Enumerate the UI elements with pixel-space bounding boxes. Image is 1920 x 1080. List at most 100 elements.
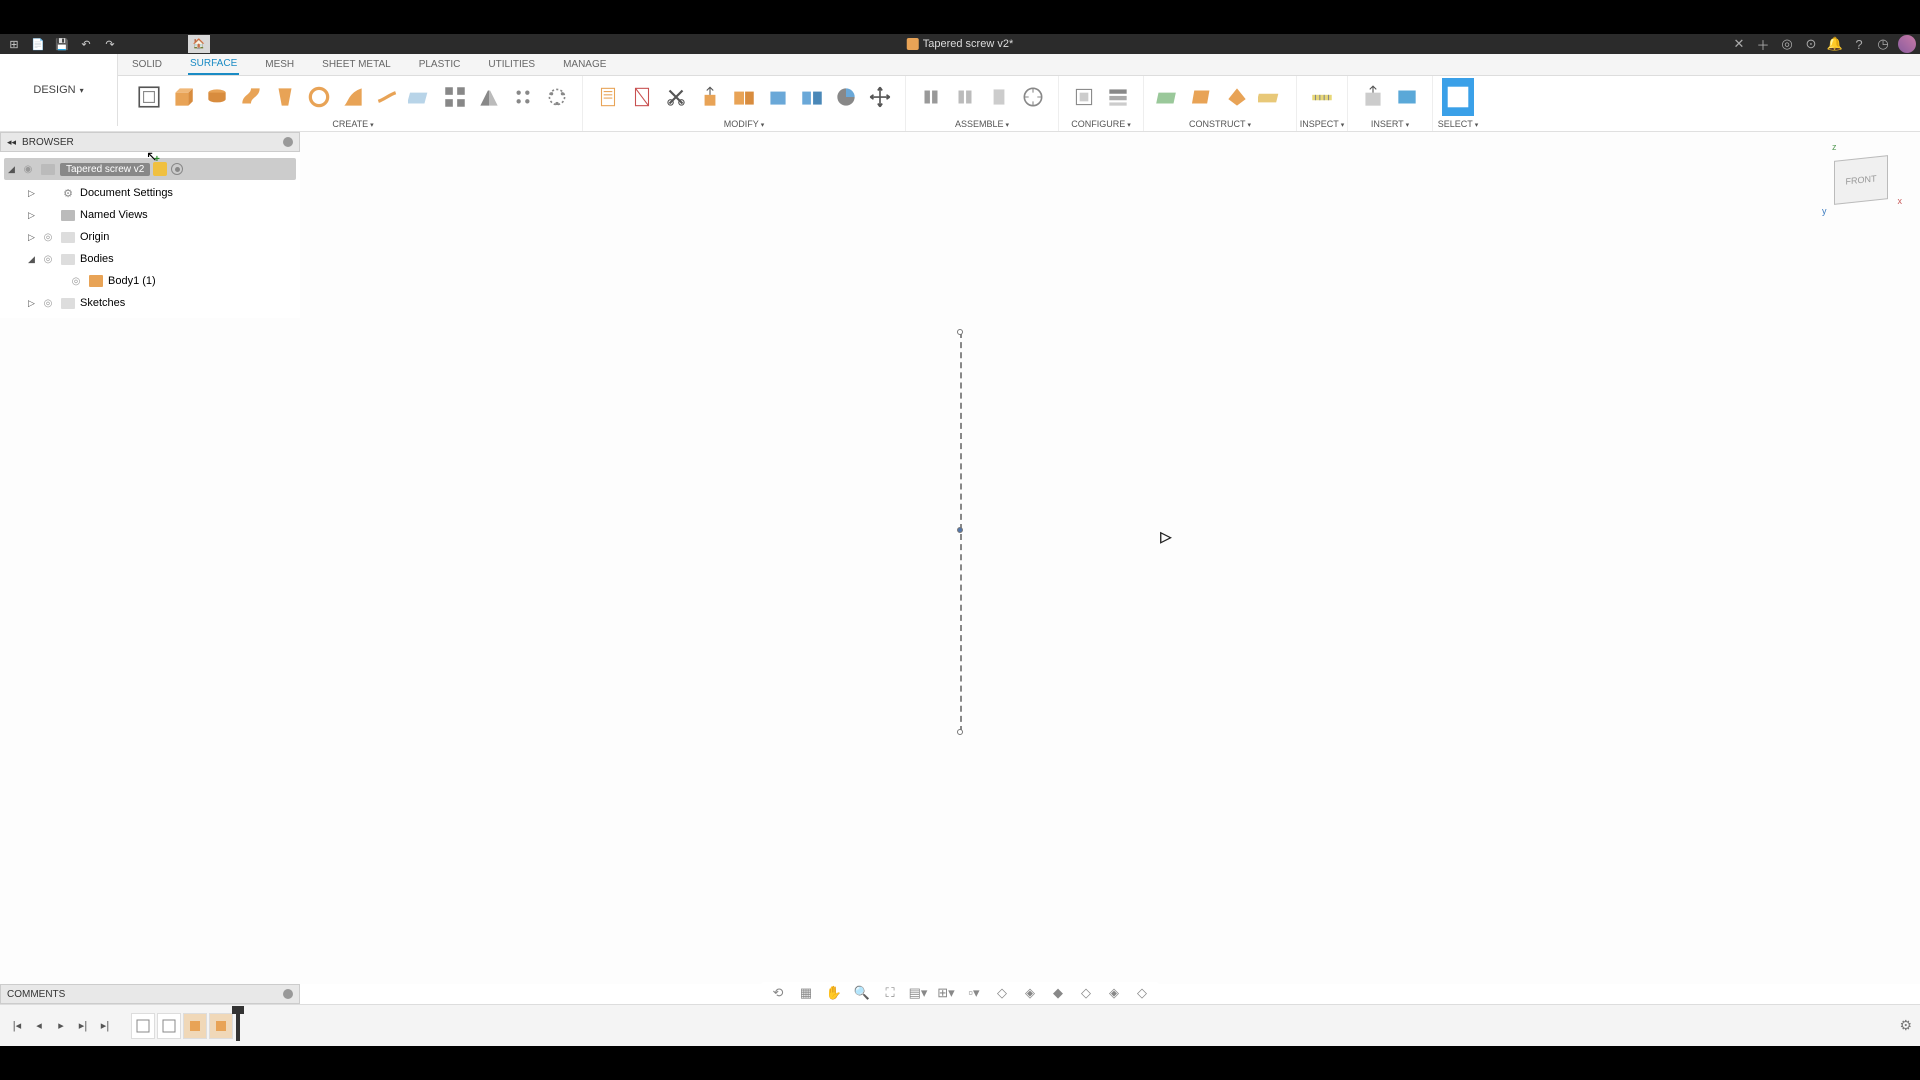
create-label[interactable]: CREATE bbox=[332, 119, 373, 129]
joint-icon[interactable] bbox=[915, 78, 947, 116]
timeline-settings-icon[interactable]: ⚙ bbox=[1899, 1017, 1912, 1034]
move-icon[interactable] bbox=[864, 78, 896, 116]
press-pull-icon[interactable] bbox=[592, 78, 624, 116]
pan-icon[interactable]: ✋ bbox=[825, 984, 843, 1002]
ruled-icon[interactable] bbox=[337, 78, 369, 116]
inspect-label[interactable]: INSPECT bbox=[1300, 119, 1344, 129]
apps-grid-icon[interactable]: ⊞ bbox=[4, 35, 24, 53]
insert-label[interactable]: INSERT bbox=[1371, 119, 1409, 129]
timeline-playhead[interactable] bbox=[236, 1011, 240, 1041]
tree-root[interactable]: ◢ ◉ Tapered screw v2 bbox=[4, 158, 296, 180]
close-tab-icon[interactable]: ✕ bbox=[1730, 35, 1748, 53]
viewport6-icon[interactable]: ◇ bbox=[1133, 984, 1151, 1002]
construct-midplane-icon[interactable] bbox=[1255, 78, 1287, 116]
joint-origin-icon[interactable] bbox=[983, 78, 1015, 116]
tree-sketches[interactable]: ▷ ◎ Sketches bbox=[0, 292, 300, 314]
construct-point-icon[interactable] bbox=[1221, 78, 1253, 116]
timeline-start-icon[interactable]: |◂ bbox=[7, 1016, 27, 1036]
reverse-normal-icon[interactable] bbox=[796, 78, 828, 116]
thicken-icon[interactable] bbox=[507, 78, 539, 116]
avatar[interactable] bbox=[1898, 35, 1916, 53]
construct-axis-icon[interactable] bbox=[1187, 78, 1219, 116]
boundary-icon[interactable] bbox=[541, 78, 573, 116]
extrude-icon[interactable] bbox=[167, 78, 199, 116]
tab-utilities[interactable]: UTILITIES bbox=[486, 55, 537, 74]
viewport1-icon[interactable]: ◇ bbox=[993, 984, 1011, 1002]
viewcube-face[interactable]: FRONT bbox=[1834, 155, 1888, 205]
as-built-joint-icon[interactable] bbox=[949, 78, 981, 116]
tab-sheet-metal[interactable]: SHEET METAL bbox=[320, 55, 393, 74]
tree-named-views[interactable]: ▷ Named Views bbox=[0, 204, 300, 226]
pin-icon[interactable]: ◂◂ bbox=[7, 137, 16, 148]
browser-header[interactable]: ◂◂ BROWSER bbox=[0, 132, 300, 152]
extend-icon[interactable] bbox=[694, 78, 726, 116]
timeline-play-icon[interactable]: ▸ bbox=[51, 1016, 71, 1036]
active-component-icon[interactable] bbox=[171, 163, 183, 175]
save-icon[interactable]: 💾 bbox=[52, 35, 72, 53]
comments-panel[interactable]: COMMENTS bbox=[0, 984, 300, 1004]
tree-document-settings[interactable]: ▷ ⚙ Document Settings bbox=[0, 182, 300, 204]
trim-icon[interactable] bbox=[660, 78, 692, 116]
split-icon[interactable] bbox=[830, 78, 862, 116]
measure-icon[interactable] bbox=[1306, 78, 1338, 116]
fillet-icon[interactable] bbox=[626, 78, 658, 116]
select-icon[interactable] bbox=[1442, 78, 1474, 116]
sweep-icon[interactable] bbox=[235, 78, 267, 116]
zoom-icon[interactable]: 🔍 bbox=[853, 984, 871, 1002]
comments-collapse-icon[interactable] bbox=[283, 989, 293, 999]
viewport2-icon[interactable]: ◈ bbox=[1021, 984, 1039, 1002]
configure-icon[interactable] bbox=[1068, 78, 1100, 116]
display-settings-icon[interactable]: ▤▾ bbox=[909, 984, 927, 1002]
fit-icon[interactable]: ⛶ bbox=[881, 984, 899, 1002]
snap-icon[interactable]: ▫▾ bbox=[965, 984, 983, 1002]
configure-label[interactable]: CONFIGURE bbox=[1071, 119, 1130, 129]
insert-derive-icon[interactable] bbox=[1357, 78, 1389, 116]
timeline-feature-3[interactable] bbox=[183, 1013, 207, 1039]
undo-icon[interactable]: ↶ bbox=[76, 35, 96, 53]
stitch-icon[interactable] bbox=[728, 78, 760, 116]
viewcube[interactable]: z FRONT y x bbox=[1828, 146, 1894, 212]
timeline-feature-4[interactable] bbox=[209, 1013, 233, 1039]
tab-surface[interactable]: SURFACE bbox=[188, 54, 239, 75]
sketch-endpoint-bottom[interactable] bbox=[957, 729, 963, 735]
redo-icon[interactable]: ↷ bbox=[100, 35, 120, 53]
clock-icon[interactable]: ◷ bbox=[1874, 35, 1892, 53]
grid-settings-icon[interactable]: ⊞▾ bbox=[937, 984, 955, 1002]
timeline-end-icon[interactable]: ▸| bbox=[95, 1016, 115, 1036]
manage-config-icon[interactable] bbox=[1102, 78, 1134, 116]
orbit-icon[interactable]: ⟲ bbox=[769, 984, 787, 1002]
workspace-switcher[interactable]: DESIGN bbox=[0, 54, 118, 126]
create-sketch-icon[interactable] bbox=[133, 78, 165, 116]
offset-icon[interactable] bbox=[371, 78, 403, 116]
tab-plastic[interactable]: PLASTIC bbox=[417, 55, 463, 74]
sketch-midpoint[interactable] bbox=[957, 527, 963, 533]
viewport3-icon[interactable]: ◆ bbox=[1049, 984, 1067, 1002]
timeline-feature-2[interactable] bbox=[157, 1013, 181, 1039]
pattern-icon[interactable] bbox=[439, 78, 471, 116]
timeline-prev-icon[interactable]: ◂ bbox=[29, 1016, 49, 1036]
tree-body1[interactable]: ◎ Body1 (1) bbox=[0, 270, 300, 292]
timeline-next-icon[interactable]: ▸| bbox=[73, 1016, 93, 1036]
mirror-icon[interactable] bbox=[473, 78, 505, 116]
look-at-icon[interactable]: ▦ bbox=[797, 984, 815, 1002]
loft-icon[interactable] bbox=[269, 78, 301, 116]
tab-manage[interactable]: MANAGE bbox=[561, 55, 608, 74]
construct-plane-icon[interactable] bbox=[1153, 78, 1185, 116]
extensions-icon[interactable]: ◎ bbox=[1778, 35, 1796, 53]
construct-label[interactable]: CONSTRUCT bbox=[1189, 119, 1251, 129]
plane-icon[interactable] bbox=[405, 78, 437, 116]
select-label[interactable]: SELECT bbox=[1438, 119, 1478, 129]
modify-label[interactable]: MODIFY bbox=[724, 119, 764, 129]
notifications-icon[interactable]: 🔔 bbox=[1826, 35, 1844, 53]
tree-origin[interactable]: ▷ ◎ Origin bbox=[0, 226, 300, 248]
patch-icon[interactable] bbox=[303, 78, 335, 116]
viewport5-icon[interactable]: ◈ bbox=[1105, 984, 1123, 1002]
timeline-feature-1[interactable] bbox=[131, 1013, 155, 1039]
assemble-label[interactable]: ASSEMBLE bbox=[955, 119, 1009, 129]
status-icon[interactable]: ⊙ bbox=[1802, 35, 1820, 53]
insert-decal-icon[interactable] bbox=[1391, 78, 1423, 116]
tree-bodies[interactable]: ◢ ◎ Bodies bbox=[0, 248, 300, 270]
new-tab-icon[interactable]: ＋ bbox=[1754, 35, 1772, 53]
home-tab-icon[interactable]: 🏠 bbox=[188, 35, 210, 53]
collapse-icon[interactable] bbox=[283, 137, 293, 147]
